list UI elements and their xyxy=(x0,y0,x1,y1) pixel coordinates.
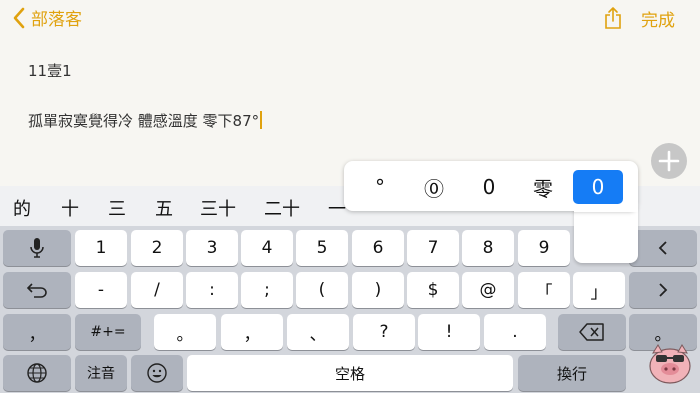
key-fullwidth-comma[interactable]: ， xyxy=(3,314,71,350)
key-6[interactable]: 6 xyxy=(352,230,404,266)
candidate-item[interactable]: 三 xyxy=(108,195,126,221)
note-line-2[interactable]: 孤單寂寞覺得冷 體感溫度 零下87° xyxy=(28,110,263,131)
done-button[interactable]: 完成 xyxy=(641,6,675,31)
key-semicolon[interactable]: ; xyxy=(241,272,293,308)
backspace-icon xyxy=(579,323,604,341)
candidate-item[interactable]: 的 xyxy=(13,195,31,221)
key-3[interactable]: 3 xyxy=(186,230,238,266)
back-button-label: 部落客 xyxy=(31,10,82,30)
zhuyin-key[interactable]: 注音 xyxy=(75,355,127,391)
candidate-item[interactable]: 五 xyxy=(155,195,173,221)
key-7[interactable]: 7 xyxy=(407,230,459,266)
note-line-2-text: 孤單寂寞覺得冷 體感溫度 零下87° xyxy=(28,112,260,130)
candidate-item[interactable]: 十 xyxy=(61,195,79,221)
back-button[interactable]: 部落客 xyxy=(12,5,82,30)
symbols-toggle-key[interactable]: #+= xyxy=(75,314,141,350)
space-key[interactable]: 空格 xyxy=(187,355,513,391)
emoji-icon xyxy=(147,363,167,383)
key-5[interactable]: 5 xyxy=(296,230,348,266)
share-icon[interactable] xyxy=(602,6,624,30)
key-hyphen[interactable]: - xyxy=(75,272,127,308)
emoji-key[interactable] xyxy=(131,355,183,391)
globe-icon xyxy=(27,363,47,383)
undo-key[interactable] xyxy=(3,272,71,308)
key-4[interactable]: 4 xyxy=(241,230,293,266)
globe-key[interactable] xyxy=(3,355,71,391)
key-8[interactable]: 8 xyxy=(462,230,514,266)
dictation-key[interactable] xyxy=(3,230,71,266)
add-attachment-button[interactable] xyxy=(651,143,687,179)
key-period[interactable]: . xyxy=(484,314,546,350)
key-slash[interactable]: / xyxy=(131,272,183,308)
microphone-icon xyxy=(30,238,44,258)
key-colon[interactable]: : xyxy=(186,272,238,308)
candidate-item[interactable]: 三十 xyxy=(200,195,236,221)
undo-icon xyxy=(26,283,47,298)
key-exclamation[interactable]: ! xyxy=(418,314,480,350)
variant-zero-selected[interactable]: 0 xyxy=(573,170,623,204)
key-1[interactable]: 1 xyxy=(75,230,127,266)
delete-key[interactable] xyxy=(558,314,626,350)
chevron-left-icon xyxy=(13,7,25,28)
candidate-item[interactable]: 二十 xyxy=(264,195,300,221)
variant-fullwidth-zero[interactable]: 0 xyxy=(465,170,513,204)
chevron-right-icon xyxy=(659,283,668,297)
mascot-watermark-icon xyxy=(649,344,691,384)
variant-popup-stem xyxy=(574,205,638,263)
key-question[interactable]: ? xyxy=(353,314,415,350)
key-2[interactable]: 2 xyxy=(131,230,183,266)
key-open-paren[interactable]: ( xyxy=(296,272,348,308)
plus-icon xyxy=(658,150,680,172)
key-comma[interactable]: ， xyxy=(221,314,283,350)
chevron-left-icon xyxy=(658,241,667,255)
cursor-left-key[interactable] xyxy=(629,230,697,266)
return-key[interactable]: 換行 xyxy=(518,355,626,391)
key-9[interactable]: 9 xyxy=(518,230,570,266)
key-right-corner-bracket[interactable]: 」 xyxy=(573,272,625,308)
key-at[interactable]: @ xyxy=(462,272,514,308)
note-line-1[interactable]: 11壹1 xyxy=(28,60,72,81)
variant-circled-zero[interactable]: ⓪ xyxy=(410,170,458,204)
key-dollar[interactable]: $ xyxy=(407,272,459,308)
key-close-paren[interactable]: ) xyxy=(352,272,404,308)
navigation-bar: 部落客 完成 xyxy=(0,0,700,36)
text-cursor xyxy=(260,111,263,129)
key-enumeration-comma[interactable]: 、 xyxy=(287,314,349,350)
key-left-corner-bracket[interactable]: 「 xyxy=(518,272,570,308)
cursor-right-key[interactable] xyxy=(629,272,697,308)
variant-degree[interactable]: ° xyxy=(356,170,404,204)
variant-ling[interactable]: 零 xyxy=(519,170,567,204)
key-ideographic-period[interactable]: 。 xyxy=(154,314,216,350)
